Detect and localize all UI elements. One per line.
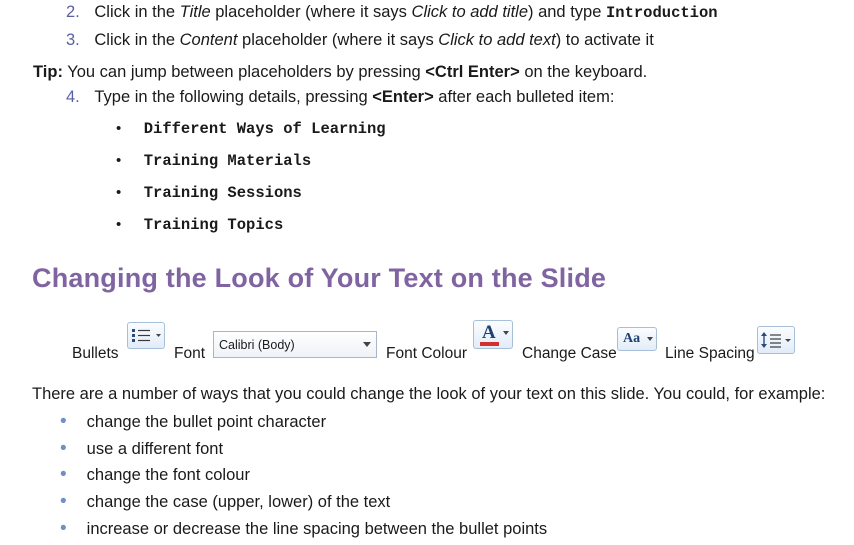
dropdown-arrow-icon	[647, 337, 653, 341]
bullet-icon: •	[60, 491, 67, 512]
bullet-icon: •	[116, 184, 122, 201]
line-spacing-icon	[761, 332, 791, 348]
list-item-text: change the case (upper, lower) of the te…	[86, 493, 391, 511]
detail-text: Training Topics	[143, 216, 284, 234]
tip: Tip: You can jump between placeholders b…	[33, 63, 647, 82]
intro-paragraph: There are a number of ways that you coul…	[32, 385, 826, 403]
section-heading: Changing the Look of Your Text on the Sl…	[32, 263, 607, 293]
step-emphasis: Content	[179, 31, 238, 49]
bullet-icon: •	[116, 216, 122, 233]
line-spacing-button[interactable]	[757, 326, 795, 354]
list-item: • change the font colour	[60, 465, 250, 485]
step-number: 3.	[66, 31, 80, 49]
bullet-icon: •	[116, 152, 122, 169]
step-emphasis: Click to add title	[411, 3, 528, 21]
detail-item: • Training Materials	[116, 152, 311, 170]
change-case-button[interactable]: Aa	[617, 327, 657, 351]
bullet-icon: •	[60, 411, 67, 432]
step-3: 3. Click in the Content placeholder (whe…	[66, 31, 654, 50]
bullet-icon: •	[60, 518, 67, 539]
font-label: Font	[174, 345, 206, 362]
font-colour-button[interactable]: A	[473, 320, 513, 349]
line-spacing-label: Line Spacing	[665, 345, 755, 362]
step-text: placeholder (where it says	[237, 31, 439, 49]
font-colour-bar	[480, 342, 499, 346]
tip-text: on the keyboard.	[519, 63, 648, 81]
step-text: ) to activate it	[555, 31, 654, 49]
tip-label: Tip:	[33, 63, 63, 81]
font-select[interactable]: Calibri (Body)	[213, 331, 377, 358]
step-text: placeholder (where it says	[210, 3, 412, 21]
bullets-label: Bullets	[72, 345, 119, 362]
step-emphasis: Click to add text	[438, 31, 556, 49]
step-text: Click in the	[94, 31, 180, 49]
list-item-text: change the font colour	[86, 466, 250, 484]
step-2: 2. Click in the Title placeholder (where…	[66, 3, 718, 22]
step-text: after each bulleted item:	[433, 88, 615, 106]
dropdown-arrow-icon	[785, 339, 791, 342]
step-text: ) and type	[528, 3, 606, 21]
list-item-text: use a different font	[86, 440, 224, 458]
dropdown-arrow-icon	[363, 342, 371, 347]
list-item-text: increase or decrease the line spacing be…	[86, 520, 548, 538]
step-text: Click in the	[94, 3, 180, 21]
list-item: • increase or decrease the line spacing b…	[60, 519, 547, 539]
tip-key: <Ctrl Enter>	[425, 63, 520, 81]
tip-text: You can jump between placeholders by pre…	[62, 63, 426, 81]
detail-item: • Different Ways of Learning	[116, 120, 386, 138]
bullets-button[interactable]	[127, 322, 165, 349]
font-select-value: Calibri (Body)	[219, 338, 295, 352]
change-case-icon: Aa	[623, 331, 641, 346]
font-colour-icon: A	[482, 322, 496, 343]
step-4: 4. Type in the following details, pressi…	[66, 88, 614, 107]
detail-text: Different Ways of Learning	[143, 120, 386, 138]
list-item-text: change the bullet point character	[86, 413, 327, 431]
bullet-icon: •	[60, 438, 67, 459]
bullets-icon	[132, 329, 161, 342]
dropdown-arrow-icon	[503, 331, 509, 335]
step-number: 4.	[66, 88, 80, 106]
font-colour-label: Font Colour	[386, 345, 467, 362]
dropdown-arrow-icon	[156, 334, 161, 337]
detail-item: • Training Topics	[116, 216, 283, 234]
step-emphasis: Title	[179, 3, 211, 21]
step-number: 2.	[66, 3, 80, 21]
step-key: <Enter>	[372, 88, 434, 106]
detail-item: • Training Sessions	[116, 184, 302, 202]
list-item: • change the bullet point character	[60, 412, 326, 432]
step-text: Type in the following details, pressing	[94, 88, 373, 106]
list-item: • use a different font	[60, 439, 223, 459]
change-case-label: Change Case	[522, 345, 617, 362]
bullet-icon: •	[60, 464, 67, 485]
detail-text: Training Sessions	[143, 184, 302, 202]
typed-text: Introduction	[605, 4, 718, 22]
bullet-icon: •	[116, 120, 122, 137]
list-item: • change the case (upper, lower) of the t…	[60, 492, 390, 512]
detail-text: Training Materials	[143, 152, 312, 170]
